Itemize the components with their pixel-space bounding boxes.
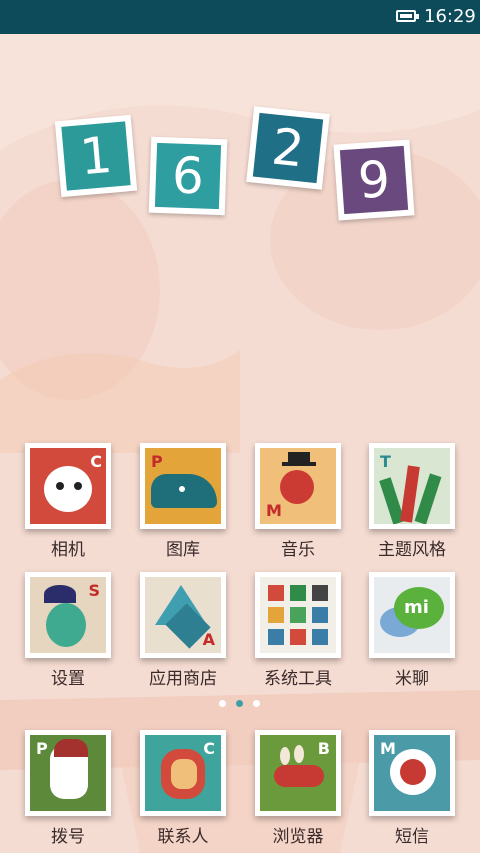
app-app-store[interactable]: A 应用商店 [135, 572, 231, 689]
stamp-letter: T [380, 452, 391, 471]
themes-icon: T [374, 448, 450, 524]
app-label: 主题风格 [378, 540, 446, 560]
app-gallery[interactable]: P 图库 [135, 443, 231, 560]
page-dot[interactable] [253, 700, 260, 707]
app-store-icon: A [145, 577, 221, 653]
app-label: 米聊 [395, 669, 429, 689]
app-themes[interactable]: T 主题风格 [364, 443, 460, 560]
clock-digit: 6 [171, 146, 205, 206]
mitalk-icon: mi [374, 577, 450, 653]
camera-icon: C [30, 448, 106, 524]
app-label: 相机 [51, 540, 85, 560]
status-bar: 16:29 [0, 0, 480, 34]
contacts-icon: C [145, 735, 221, 811]
settings-icon: S [30, 577, 106, 653]
app-label: 拨号 [51, 827, 85, 847]
stamp-letter: C [203, 739, 215, 758]
stamp-letter: P [36, 739, 48, 758]
battery-full-icon [396, 10, 419, 22]
clock-hour-tens: 1 [54, 114, 138, 198]
clock-minute-ones: 9 [333, 139, 415, 221]
stamp-letter: B [317, 739, 330, 758]
page-dot[interactable] [219, 700, 226, 707]
app-contacts[interactable]: C 联系人 [135, 730, 231, 847]
stamp-letter: M [380, 739, 396, 758]
app-camera[interactable]: C 相机 [20, 443, 116, 560]
app-label: 设置 [51, 669, 85, 689]
app-mitalk[interactable]: mi 米聊 [364, 572, 460, 689]
app-messaging[interactable]: M 短信 [364, 730, 460, 847]
app-label: 短信 [395, 827, 429, 847]
clock-digit: 1 [77, 125, 115, 187]
page-dot-active[interactable] [236, 700, 243, 707]
phone-icon: P [30, 735, 106, 811]
app-system-tools[interactable]: 系统工具 [250, 572, 346, 689]
app-label: 浏览器 [272, 827, 324, 847]
status-time: 16:29 [424, 6, 476, 27]
stamp-letter: S [88, 581, 100, 600]
clock-digit: 9 [356, 149, 392, 211]
clock-minute-tens: 2 [246, 106, 330, 190]
gallery-icon: P [145, 448, 221, 524]
app-browser[interactable]: B 浏览器 [250, 730, 346, 847]
app-label: 系统工具 [264, 669, 332, 689]
messaging-icon: M [374, 735, 450, 811]
app-music[interactable]: M 音乐 [250, 443, 346, 560]
stamp-letter: C [90, 452, 102, 471]
stamp-letter: P [151, 452, 163, 471]
clock-hour-ones: 6 [148, 136, 228, 216]
music-icon: M [260, 448, 336, 524]
system-tools-icon [260, 577, 336, 653]
app-settings[interactable]: S 设置 [20, 572, 116, 689]
stamp-letter: A [202, 630, 215, 649]
app-label: 音乐 [281, 540, 315, 560]
clock-digit: 2 [269, 117, 307, 179]
stamp-letter: M [266, 501, 282, 520]
app-label: 图库 [166, 540, 200, 560]
browser-icon: B [260, 735, 336, 811]
app-label: 应用商店 [149, 669, 217, 689]
app-phone[interactable]: P 拨号 [20, 730, 116, 847]
app-label: 联系人 [157, 827, 209, 847]
